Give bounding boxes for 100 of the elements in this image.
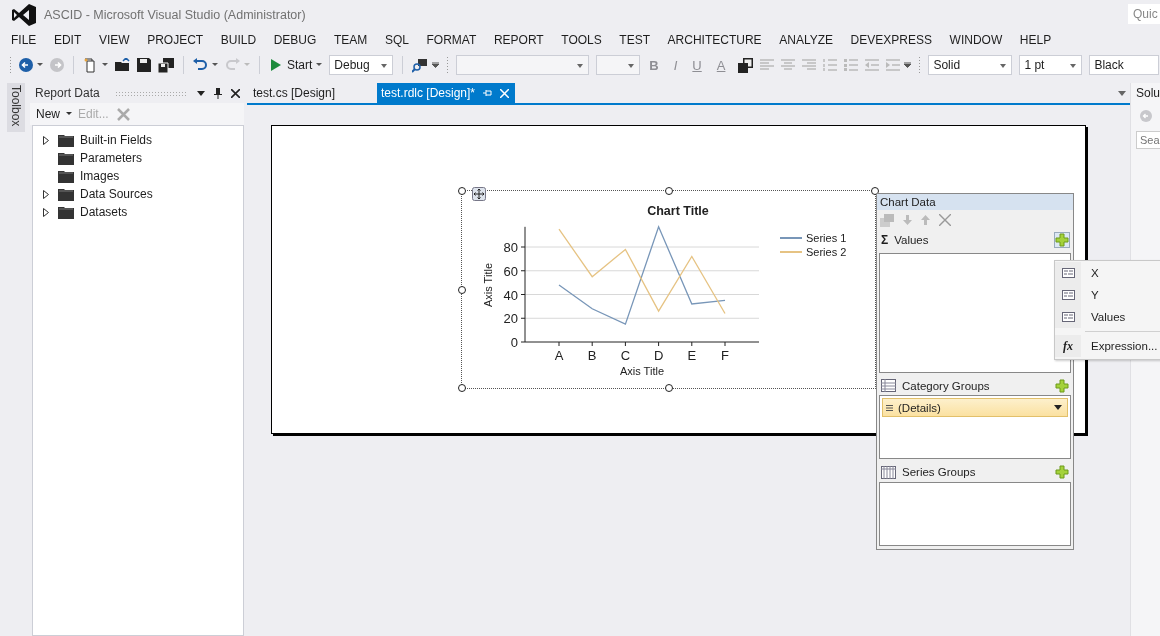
menu-item[interactable]: ANALYZE [779, 33, 833, 47]
menu-item[interactable]: X [1055, 262, 1160, 284]
folder-icon [58, 169, 74, 183]
search-field[interactable]: Sea [1136, 131, 1160, 149]
tree-item[interactable]: Datasets [80, 205, 128, 219]
x-tick-label: F [721, 348, 729, 363]
y-tick-label: 60 [503, 263, 518, 279]
folder-icon [58, 151, 74, 165]
quick-launch-field[interactable]: Quic [1128, 4, 1160, 24]
resize-handle[interactable] [664, 384, 673, 392]
tree-item[interactable]: Images [80, 169, 120, 183]
close-icon [500, 88, 510, 98]
resize-handle[interactable] [458, 384, 466, 392]
y-tick-label: 40 [503, 287, 518, 303]
border-style-dropdown[interactable]: Solid [928, 55, 1013, 75]
menu-item[interactable]: DEVEXPRESS [850, 33, 932, 47]
field-icon [1061, 290, 1075, 300]
tree-item[interactable]: Built-in Fields [80, 133, 153, 147]
expand-icon[interactable] [43, 135, 49, 145]
new-project-icon[interactable] [83, 57, 98, 73]
menu-item[interactable]: TEST [619, 33, 650, 47]
save-all-icon[interactable] [158, 57, 174, 73]
folder-icon [58, 133, 74, 147]
toolbar-action[interactable]: New [36, 107, 60, 121]
field-icon [1061, 312, 1075, 322]
pin-icon[interactable] [214, 87, 222, 99]
lines-icon [886, 404, 893, 411]
caret-icon[interactable] [212, 63, 218, 67]
overflow-icon[interactable] [432, 62, 440, 68]
y-axis-title: Axis Title [482, 263, 494, 307]
menu-item[interactable]: HELP [1019, 33, 1052, 47]
close-icon[interactable] [231, 88, 240, 98]
menu-item[interactable]: VIEW [98, 33, 130, 47]
find-icon[interactable] [412, 57, 429, 73]
dropdown-icon [1054, 405, 1062, 411]
menu-item[interactable]: TEAM [333, 33, 368, 47]
overflow-icon[interactable] [904, 62, 912, 68]
configuration-dropdown[interactable]: Debug [329, 55, 394, 75]
menu-item[interactable]: ARCHITECTURE [667, 33, 762, 47]
x-tick-label: A [554, 348, 564, 363]
legend-label: Series 1 [806, 232, 847, 244]
panel-title: Report Data [35, 86, 100, 100]
layering-icon[interactable] [738, 57, 754, 73]
undo-icon[interactable] [193, 58, 208, 72]
menu-item[interactable]: REPORT [493, 33, 544, 47]
menu-item[interactable]: DEBUG [273, 33, 317, 47]
back-icon[interactable] [19, 58, 33, 72]
toolbar-grip[interactable] [918, 56, 922, 74]
menu-item[interactable]: FILE [11, 33, 37, 47]
section-title: Category Groups [902, 379, 990, 392]
menu-item[interactable]: TOOLS [561, 33, 602, 47]
y-tick-label: 0 [510, 335, 518, 350]
caret-icon[interactable] [37, 63, 43, 67]
x-axis-title: Axis Title [620, 365, 664, 377]
menu-item[interactable]: EDIT [53, 33, 82, 47]
document-tab[interactable]: test.rdlc [Design]* [377, 83, 516, 103]
y-tick-label: 20 [503, 311, 518, 327]
tree-item[interactable]: Parameters [80, 151, 143, 165]
menu-item[interactable]: Y [1055, 284, 1160, 306]
table-icon [881, 465, 896, 479]
caret-icon[interactable] [316, 63, 323, 67]
border-width-dropdown[interactable]: 1 pt [1019, 55, 1083, 75]
menu-item[interactable]: BUILD [220, 33, 257, 47]
border-color-dropdown[interactable]: Black [1089, 55, 1160, 75]
resize-handle[interactable] [664, 187, 673, 195]
resize-handle[interactable] [458, 187, 466, 195]
dropdown-icon[interactable] [197, 90, 205, 96]
x-tick-label: B [587, 348, 597, 363]
y-tick-label: 80 [503, 240, 518, 255]
menu-item[interactable]: WINDOW [949, 33, 1003, 47]
caret-icon[interactable] [102, 63, 108, 67]
folder-icon [58, 205, 74, 219]
menu-item[interactable]: PROJECT [147, 33, 204, 47]
panel-title: Chart Data [877, 194, 1073, 211]
move-icon[interactable] [472, 187, 486, 201]
start-button[interactable]: Start [269, 58, 313, 72]
list-icon [881, 379, 896, 392]
visual-studio-logo-icon [12, 4, 36, 26]
caret-icon[interactable] [66, 112, 72, 116]
menu-item[interactable]: fx Expression... [1055, 335, 1160, 357]
legend-label: Series 2 [806, 246, 847, 258]
toolbar-grip[interactable] [446, 56, 450, 74]
resize-handle[interactable] [458, 285, 466, 294]
folder-icon [58, 187, 74, 201]
menu-item[interactable]: Values [1055, 306, 1160, 328]
menu-item[interactable]: FORMAT [426, 33, 477, 47]
window-title: ASCID - Microsoft Visual Studio (Administrator) [44, 8, 306, 22]
x-tick-label: E [687, 348, 697, 363]
x-tick-label: C [620, 348, 631, 363]
sum-icon: Σ [881, 232, 889, 247]
open-folder-icon[interactable] [115, 58, 130, 72]
toolbox-tab[interactable]: Toolbox [7, 83, 25, 133]
panel-title: Solu [1136, 86, 1160, 100]
save-icon[interactable] [137, 58, 151, 72]
toolbar-grip[interactable] [9, 56, 12, 74]
tree-item[interactable]: Data Sources [80, 187, 153, 201]
document-tab[interactable]: test.cs [Design] [247, 83, 372, 103]
group-item[interactable]: (Details) [882, 398, 1068, 418]
menu-item[interactable]: SQL [384, 33, 409, 47]
field-icon [1061, 268, 1075, 278]
